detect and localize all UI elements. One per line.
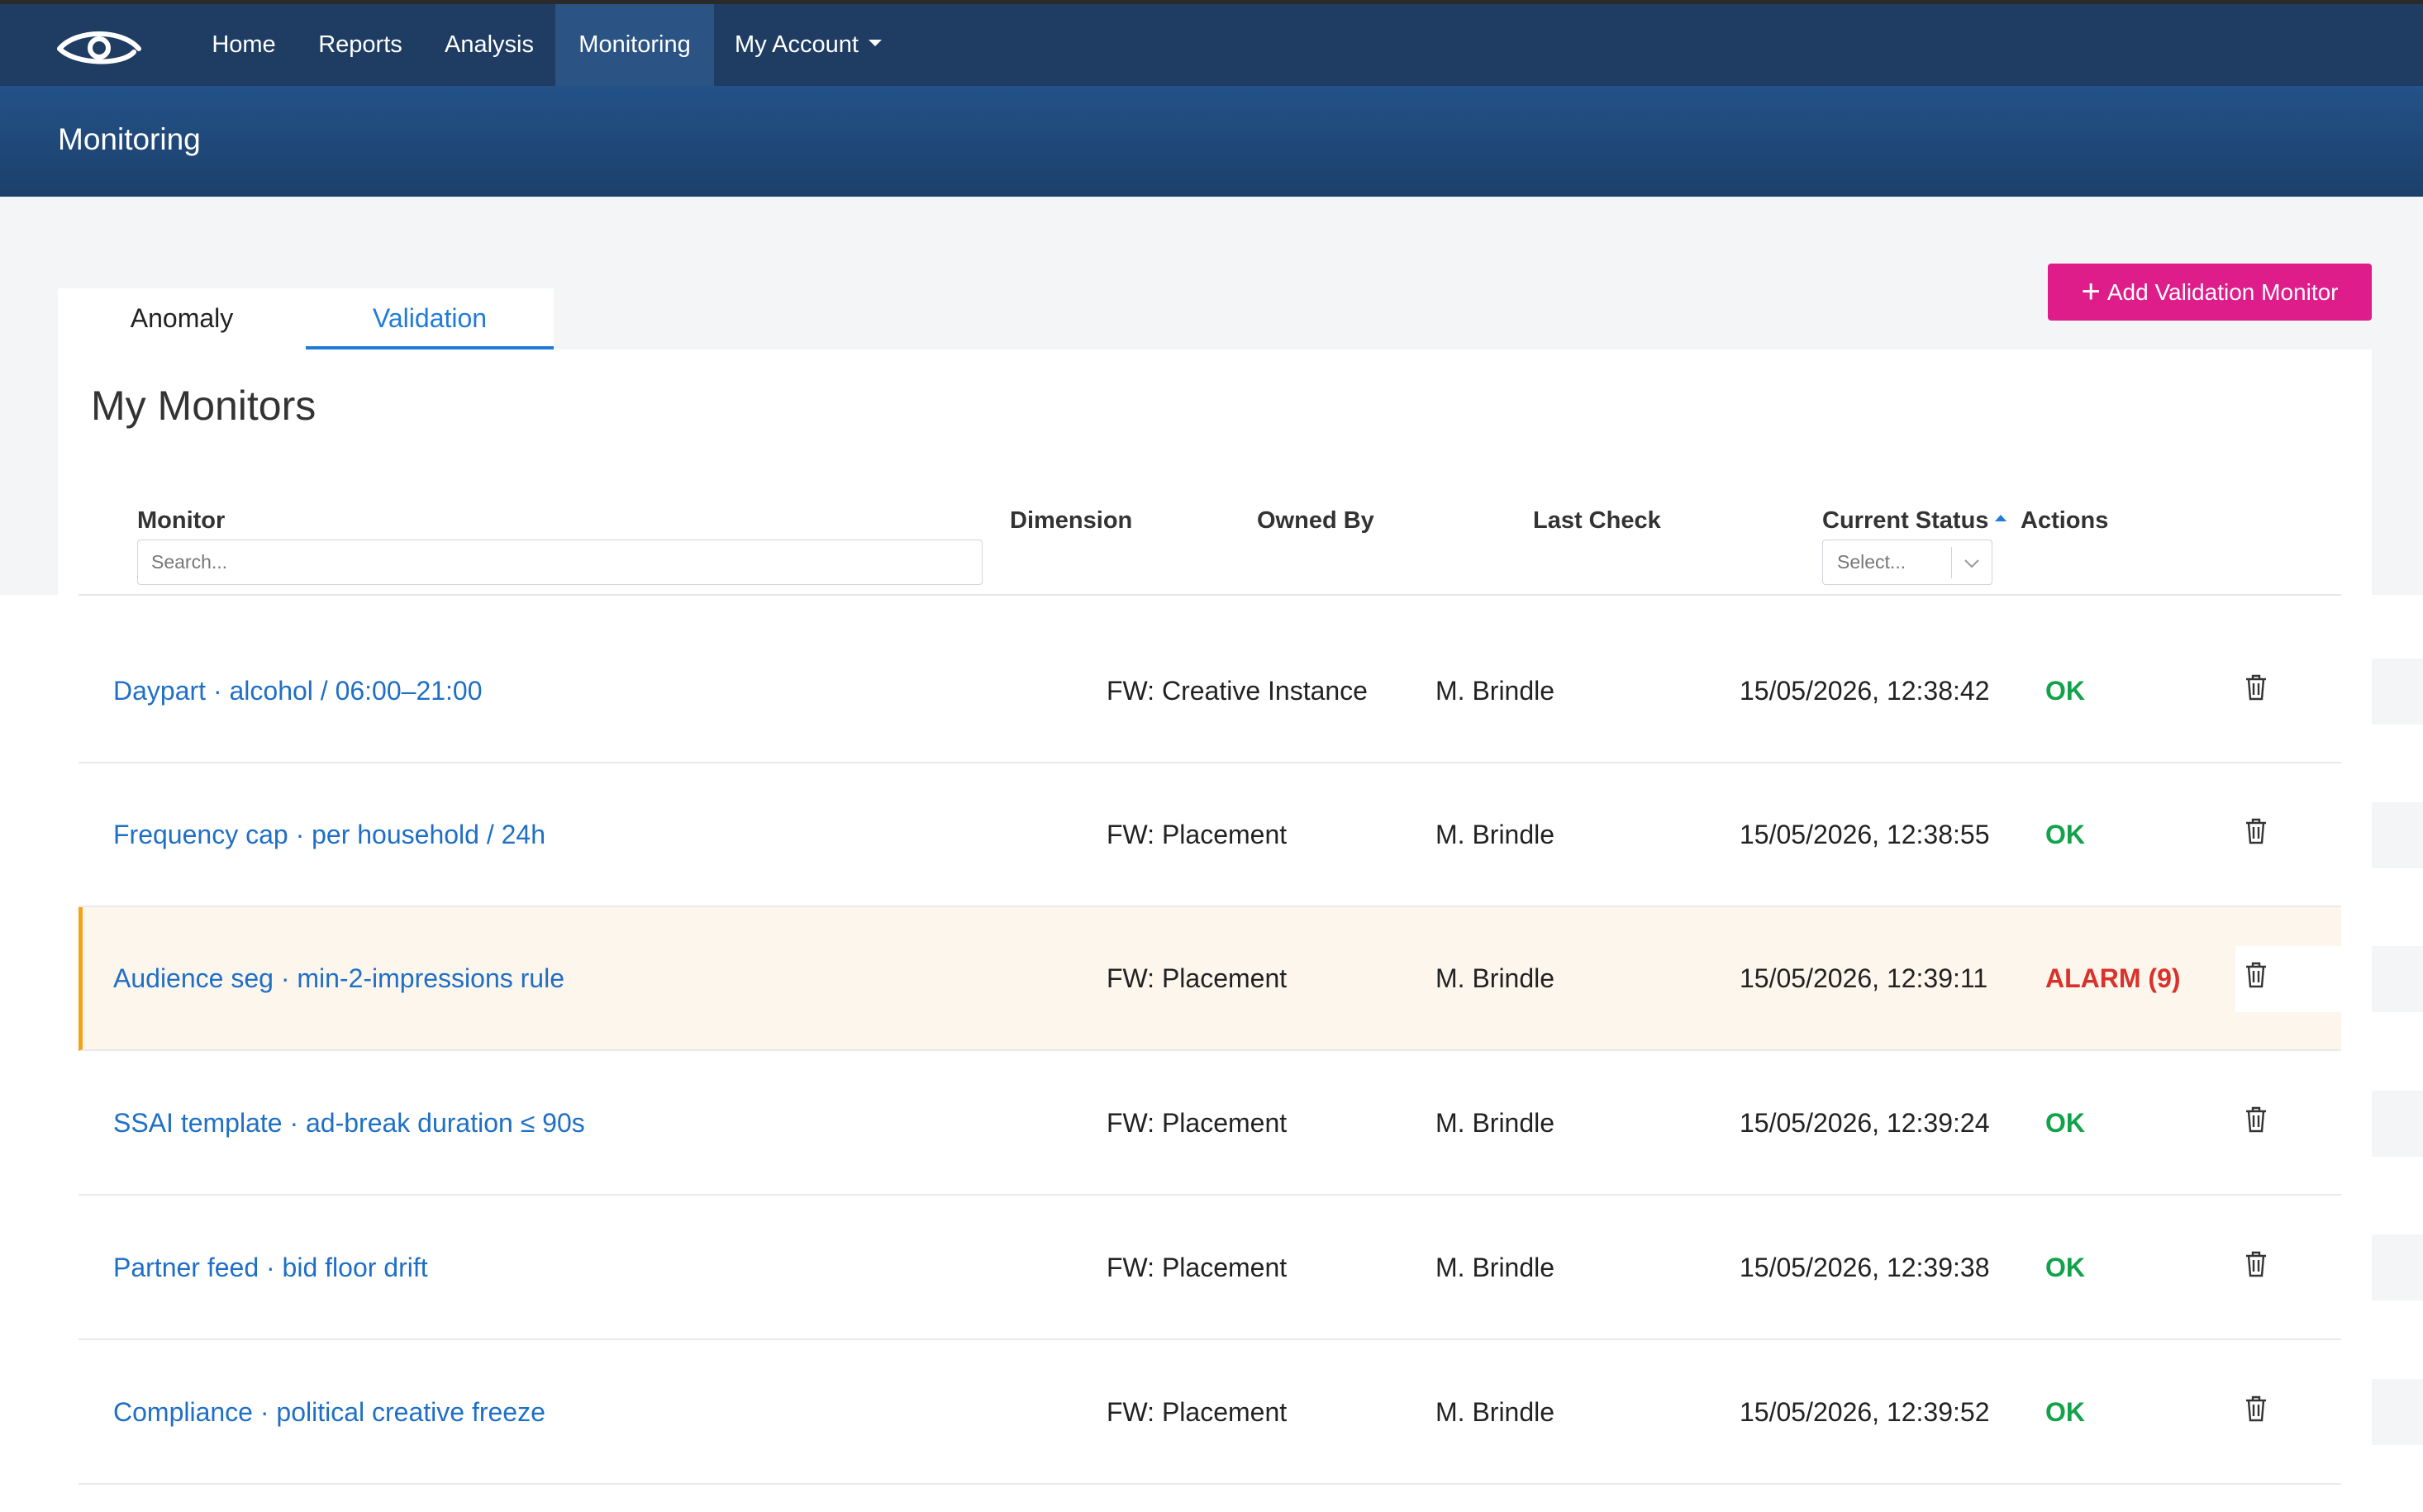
dimension-cell: FW: Placement [1107,1253,1288,1282]
monitor-name-link[interactable]: Compliance · political creative freeze [113,1341,545,1483]
table-row[interactable]: SSAI template · ad-break duration ≤ 90s … [79,1052,2341,1196]
dimension-cell: FW: Placement [1107,1108,1288,1138]
tab-anomaly[interactable]: Anomaly [58,288,306,349]
status-badge: ALARM (9) [2045,963,2181,993]
owner-cell: M. Brindle [1435,1108,1555,1138]
right-gutter [2372,1234,2423,1300]
dimension-cell: FW: Creative Instance [1107,676,1368,706]
dimension-cell: FW: Placement [1107,963,1288,993]
status-select-placeholder: Select... [1837,551,1907,573]
status-badge: OK [2045,1108,2085,1138]
column-header-current-status[interactable]: Current Status [1822,507,2007,535]
right-gutter [2372,946,2423,1012]
table-row-alarm[interactable]: Audience seg · min-2-impressions rule FW… [79,907,2345,1051]
table-row[interactable]: Compliance · political creative freeze F… [79,1341,2341,1485]
sort-ascending-icon [1995,515,2007,522]
column-header-last-check[interactable]: Last Check [1533,507,1661,535]
table-header-divider [79,594,2341,596]
caret-down-icon [868,40,882,47]
table-row[interactable]: Frequency cap · per household / 24h FW: … [79,763,2341,907]
nav-reports[interactable]: Reports [307,4,413,86]
status-badge: OK [2045,1253,2085,1282]
status-badge: OK [2045,820,2085,849]
status-badge: OK [2045,1397,2085,1427]
monitor-search-input[interactable] [137,540,983,585]
trash-icon[interactable] [2244,961,2268,989]
trash-icon[interactable] [2244,1250,2268,1278]
column-header-owned-by[interactable]: Owned By [1257,507,1374,535]
last-check-cell: 15/05/2026, 12:38:42 [1740,676,1990,706]
trash-icon[interactable] [2244,673,2268,701]
monitor-name-link[interactable]: Daypart · alcohol / 06:00–21:00 [113,620,483,762]
right-gutter [2372,659,2423,725]
eye-logo-icon[interactable] [55,24,144,70]
owner-cell: M. Brindle [1435,963,1555,993]
owner-cell: M. Brindle [1435,676,1555,706]
nav-monitoring[interactable]: Monitoring [555,4,714,86]
monitor-name-link[interactable]: Frequency cap · per household / 24h [113,763,545,906]
last-check-cell: 15/05/2026, 12:39:11 [1740,963,1988,993]
column-header-monitor[interactable]: Monitor [137,507,225,535]
dimension-cell: FW: Placement [1107,820,1288,849]
trash-icon[interactable] [2244,1105,2268,1134]
table-row[interactable]: Daypart · alcohol / 06:00–21:00 FW: Crea… [79,620,2341,763]
right-gutter [2372,802,2423,868]
chevron-down-icon [1964,559,1979,568]
monitor-name-link[interactable]: Partner feed · bid floor drift [113,1196,428,1338]
column-header-dimension[interactable]: Dimension [1010,507,1132,535]
trash-icon[interactable] [2244,817,2268,845]
status-filter-select[interactable]: Select... [1822,540,1992,585]
last-check-cell: 15/05/2026, 12:39:52 [1740,1397,1990,1427]
owner-cell: M. Brindle [1435,1397,1555,1427]
plus-icon: + [2081,273,2101,310]
last-check-cell: 15/05/2026, 12:39:38 [1740,1253,1990,1282]
monitor-tabs: Anomaly Validation [58,288,554,349]
owner-cell: M. Brindle [1435,1253,1555,1282]
trash-icon[interactable] [2244,1395,2268,1423]
dimension-cell: FW: Placement [1107,1397,1288,1427]
owner-cell: M. Brindle [1435,820,1555,849]
nav-analysis[interactable]: Analysis [433,4,545,86]
right-gutter [2372,1379,2423,1445]
page-title: Monitoring [58,122,201,156]
nav-my-account[interactable]: My Account [726,4,891,86]
last-check-cell: 15/05/2026, 12:38:55 [1740,820,1990,849]
monitor-name-link[interactable]: Audience seg · min-2-impressions rule [113,907,564,1049]
add-validation-monitor-button[interactable]: + Add Validation Monitor [2048,264,2372,321]
right-gutter [2372,1091,2423,1157]
nav-home[interactable]: Home [198,4,289,86]
page-header: Monitoring [0,86,2423,197]
panel-title: My Monitors [91,383,317,429]
last-check-cell: 15/05/2026, 12:39:24 [1740,1108,1990,1138]
status-badge: OK [2045,676,2085,706]
monitor-name-link[interactable]: SSAI template · ad-break duration ≤ 90s [113,1052,585,1194]
select-separator [1951,547,1952,578]
table-row[interactable]: Partner feed · bid floor drift FW: Place… [79,1196,2341,1340]
tab-validation[interactable]: Validation [306,288,554,349]
top-navbar: Home Reports Analysis Monitoring My Acco… [0,0,2423,86]
column-header-actions: Actions [2021,507,2109,534]
